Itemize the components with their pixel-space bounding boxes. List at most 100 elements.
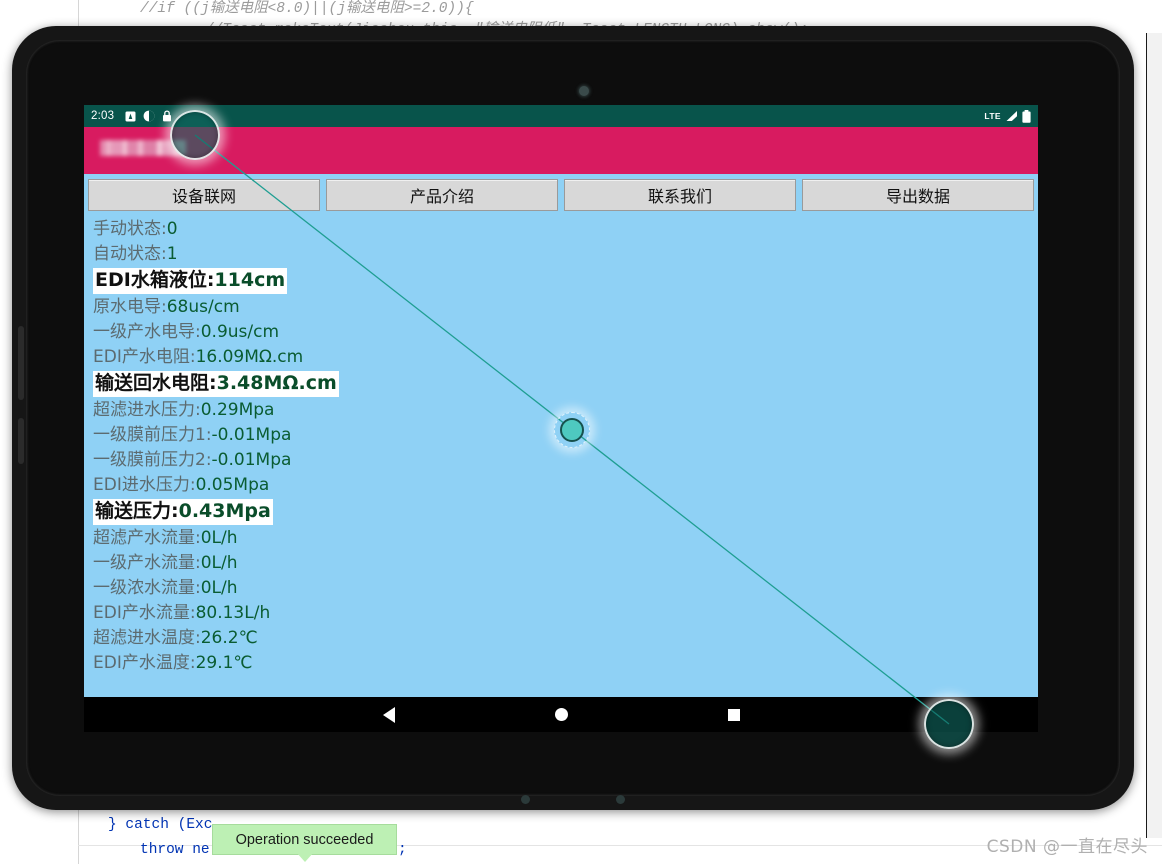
power-button[interactable]: [18, 418, 24, 464]
reading-value: 29.1℃: [195, 653, 253, 673]
sensor-readings-list[interactable]: 手动状态:0 自动状态:1 EDI水箱液位:114cm 原水电导:68us/cm 一级产…: [84, 215, 1038, 676]
reading-label: EDI产水温度:: [93, 653, 196, 673]
dnd-icon: [143, 110, 155, 122]
reading-row: 超滤产水流量:0L/h: [93, 526, 1038, 551]
reading-value: 0.05Mpa: [195, 475, 270, 495]
app-title-redacted: [100, 140, 186, 156]
home-circle-icon[interactable]: [554, 708, 568, 721]
reading-row: 自动状态:1: [93, 242, 1038, 267]
alarm-icon: [125, 111, 136, 121]
reading-row: 手动状态:0: [93, 217, 1038, 242]
reading-value: 80.13L/h: [195, 603, 271, 623]
operation-status-text: Operation succeeded: [235, 831, 374, 848]
tab-device-network[interactable]: 设备联网: [88, 179, 320, 211]
reading-row: 一级膜前压力1:-0.01Mpa: [93, 423, 1038, 448]
reading-row-wrap: 一级膜前压力1:-0.01Mpa: [93, 423, 1038, 448]
reading-row-wrap: 一级浓水流量:0L/h: [93, 576, 1038, 601]
reading-value: 26.2℃: [200, 628, 258, 648]
reading-row: 一级膜前压力2:-0.01Mpa: [93, 448, 1038, 473]
reading-row-wrap: 超滤进水温度:26.2℃: [93, 626, 1038, 651]
reading-row: 一级浓水流量:0L/h: [93, 576, 1038, 601]
reading-row-wrap: EDI产水电阻:16.09MΩ.cm: [93, 345, 1038, 370]
reading-value: 0L/h: [200, 528, 238, 548]
reading-row-wrap: EDI水箱液位:114cm: [93, 267, 1038, 295]
tab-product-intro[interactable]: 产品介绍: [326, 179, 558, 211]
reading-label: 输送压力:: [95, 500, 179, 522]
status-bar-left-icons: [125, 110, 172, 122]
csdn-watermark: CSDN @一直在尽头: [986, 837, 1148, 857]
reading-row-wrap: EDI进水压力:0.05Mpa: [93, 473, 1038, 498]
reading-row: 原水电导:68us/cm: [93, 295, 1038, 320]
reading-row: EDI产水流量:80.13L/h: [93, 601, 1038, 626]
editor-right-panel[interactable]: [1146, 33, 1162, 838]
reading-row-wrap: 超滤产水流量:0L/h: [93, 526, 1038, 551]
reading-label: 一级浓水流量:: [93, 578, 201, 598]
reading-label: EDI产水电阻:: [93, 347, 196, 367]
reading-row: EDI进水压力:0.05Mpa: [93, 473, 1038, 498]
reading-row-wrap: 输送压力:0.43Mpa: [93, 498, 1038, 526]
reading-row-wrap: 超滤进水压力:0.29Mpa: [93, 398, 1038, 423]
reading-row: EDI水箱液位:114cm: [93, 268, 288, 294]
speaker-dot-right-icon: [616, 795, 625, 804]
code-line-throw-tail: ;: [398, 842, 407, 858]
reading-row-wrap: 原水电导:68us/cm: [93, 295, 1038, 320]
battery-icon: [1022, 109, 1031, 123]
code-line-catch: } catch (Exc: [108, 817, 212, 833]
recents-square-icon[interactable]: [727, 708, 740, 721]
reading-row: EDI产水电阻:16.09MΩ.cm: [93, 345, 1038, 370]
reading-row-wrap: 手动状态:0: [93, 217, 1038, 242]
reading-label: 输送回水电阻:: [95, 372, 217, 394]
android-navigation-bar: [84, 697, 1038, 732]
tab-export-data-label: 导出数据: [885, 187, 950, 206]
android-status-bar: 2:03 LTE: [84, 105, 1038, 127]
reading-label: 一级膜前压力2:: [93, 450, 212, 470]
tooltip-arrow-icon: [296, 852, 314, 862]
volume-button[interactable]: [18, 326, 24, 400]
reading-row: 一级产水流量:0L/h: [93, 551, 1038, 576]
reading-value: 1: [166, 244, 178, 264]
code-line-commented-if: //if ((j输送电阻<8.0)||(j输送电阻>=2.0)){: [140, 1, 474, 17]
reading-row-wrap: EDI产水温度:29.1℃: [93, 651, 1038, 676]
signal-icon: [1006, 111, 1017, 121]
front-camera-icon: [579, 86, 589, 96]
reading-value: -0.01Mpa: [211, 425, 292, 445]
reading-row-wrap: EDI产水流量:80.13L/h: [93, 601, 1038, 626]
speaker-dot-left-icon: [521, 795, 530, 804]
code-catch-keyword: } catch (Exc: [108, 817, 213, 833]
reading-row: EDI产水温度:29.1℃: [93, 651, 1038, 676]
reading-label: EDI进水压力:: [93, 475, 196, 495]
reading-label: 自动状态:: [93, 244, 167, 264]
reading-row: 一级产水电导:0.9us/cm: [93, 320, 1038, 345]
reading-row: 输送回水电阻:3.48MΩ.cm: [93, 371, 339, 397]
reading-value: 68us/cm: [166, 297, 240, 317]
reading-row: 超滤进水温度:26.2℃: [93, 626, 1038, 651]
operation-status-tooltip: Operation succeeded: [212, 824, 397, 855]
tab-contact-us[interactable]: 联系我们: [564, 179, 796, 211]
back-triangle-icon[interactable]: [382, 706, 395, 723]
reading-value: 0L/h: [200, 578, 238, 598]
reading-label: 超滤产水流量:: [93, 528, 201, 548]
reading-value: 16.09MΩ.cm: [195, 347, 304, 367]
reading-value: 0.9us/cm: [200, 322, 280, 342]
reading-row-wrap: 一级膜前压力2:-0.01Mpa: [93, 448, 1038, 473]
status-bar-clock: 2:03: [91, 110, 115, 122]
tab-contact-us-label: 联系我们: [647, 187, 712, 206]
reading-value: -0.01Mpa: [211, 450, 292, 470]
reading-label: 一级产水流量:: [93, 553, 201, 573]
tab-bar: 设备联网 产品介绍 联系我们 导出数据: [84, 174, 1038, 215]
reading-row: 输送压力:0.43Mpa: [93, 499, 273, 525]
reading-label: 手动状态:: [93, 219, 167, 239]
reading-value: 0L/h: [200, 553, 238, 573]
reading-label: 原水电导:: [93, 297, 167, 317]
reading-label: 超滤进水温度:: [93, 628, 201, 648]
tab-export-data[interactable]: 导出数据: [802, 179, 1034, 211]
reading-value: 3.48MΩ.cm: [216, 372, 337, 394]
reading-value: 0: [166, 219, 178, 239]
status-bar-right-icons: LTE: [984, 109, 1031, 123]
lock-icon: [163, 110, 172, 122]
reading-row-wrap: 一级产水流量:0L/h: [93, 551, 1038, 576]
reading-label: EDI产水流量:: [93, 603, 196, 623]
tablet-screen: 2:03 LTE 设备联网 产品介绍 联系我们 导出数据 手动状态:0 自动状态…: [84, 105, 1038, 697]
reading-label: 超滤进水压力:: [93, 400, 201, 420]
tab-product-intro-label: 产品介绍: [409, 187, 474, 206]
